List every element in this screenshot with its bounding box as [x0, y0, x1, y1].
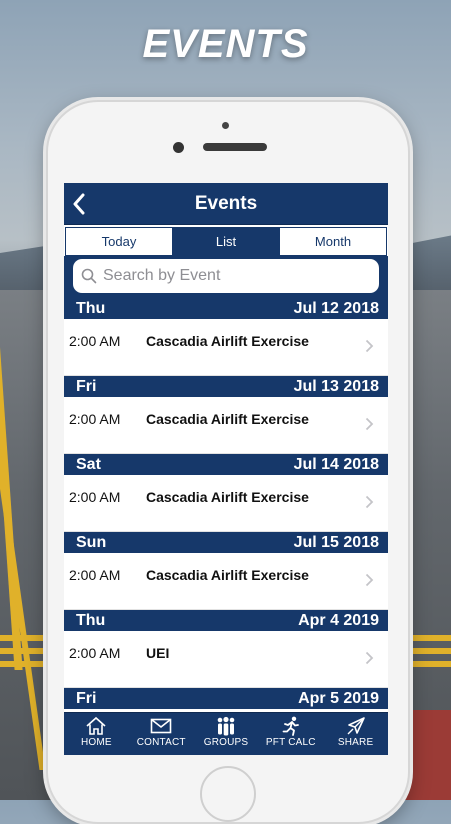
event-row[interactable]: 2:00 AM Cascadia Airlift Exercise: [64, 397, 388, 454]
phone-speaker: [203, 143, 267, 151]
tab-contact-label: CONTACT: [136, 737, 186, 748]
day-date: Apr 4 2019: [298, 611, 379, 629]
phone-camera: [173, 142, 184, 153]
app-screen: Events Today List Month Search by Event …: [64, 183, 388, 755]
page-title: Events: [194, 193, 258, 214]
tab-home-label: HOME: [80, 737, 112, 748]
groups-icon: [217, 716, 235, 736]
tab-groups-label: GROUPS: [203, 737, 249, 748]
search-icon: [81, 268, 97, 284]
day-date: Jul 14 2018: [293, 455, 379, 473]
day-header: Fri Apr 5 2019: [64, 688, 388, 709]
promo-headline: EVENTS: [142, 22, 309, 66]
home-icon: [86, 716, 106, 735]
day-date: Jul 15 2018: [293, 533, 379, 551]
event-title: UEI: [146, 645, 170, 661]
segment-list[interactable]: List: [172, 228, 279, 255]
chevron-right-icon: [365, 651, 374, 665]
segment-month[interactable]: Month: [279, 228, 386, 255]
search-input[interactable]: Search by Event: [73, 259, 379, 293]
chevron-right-icon: [365, 339, 374, 353]
phone-sensor: [222, 122, 229, 129]
event-row[interactable]: 2:00 AM Cascadia Airlift Exercise: [64, 553, 388, 610]
day-weekday: Thu: [76, 611, 106, 629]
day-date: Jul 12 2018: [293, 299, 379, 317]
event-time: 2:00 AM: [69, 645, 121, 661]
event-time: 2:00 AM: [69, 411, 121, 427]
event-time: 2:00 AM: [69, 333, 121, 349]
search-bar: Search by Event: [64, 256, 388, 298]
tab-share-label: SHARE: [337, 737, 374, 748]
tab-contact[interactable]: CONTACT: [129, 713, 194, 755]
event-row[interactable]: 2:00 AM Cascadia Airlift Exercise: [64, 475, 388, 532]
tab-pft-calc[interactable]: PFT CALC: [258, 713, 323, 755]
event-time: 2:00 AM: [69, 567, 121, 583]
tab-pft-calc-label: PFT CALC: [265, 737, 316, 748]
tab-bar: HOME CONTACT GROUPS PFT CALC SHARE: [64, 712, 388, 755]
envelope-icon: [150, 718, 172, 734]
day-header: Fri Jul 13 2018: [64, 376, 388, 397]
view-segmented-control: Today List Month: [65, 227, 387, 256]
day-weekday: Fri: [76, 377, 97, 395]
event-list: Thu Jul 12 2018 2:00 AM Cascadia Airlift Ex…: [64, 298, 388, 709]
event-row[interactable]: 2:00 AM Cascadia Airlift Exercise: [64, 319, 388, 376]
day-header: Thu Jul 12 2018: [64, 298, 388, 319]
day-date: Jul 13 2018: [293, 377, 379, 395]
chevron-right-icon: [365, 417, 374, 431]
event-title: Cascadia Airlift Exercise: [146, 411, 309, 427]
nav-bar: Events: [64, 183, 388, 225]
event-title: Cascadia Airlift Exercise: [146, 333, 309, 349]
segment-today[interactable]: Today: [66, 228, 172, 255]
phone-home-button[interactable]: [200, 766, 256, 822]
event-title: Cascadia Airlift Exercise: [146, 567, 309, 583]
tab-share[interactable]: SHARE: [323, 713, 388, 755]
event-time: 2:00 AM: [69, 489, 121, 505]
day-weekday: Sun: [76, 533, 107, 551]
chevron-right-icon: [365, 573, 374, 587]
day-weekday: Fri: [76, 689, 97, 707]
chevron-right-icon: [365, 495, 374, 509]
tab-groups[interactable]: GROUPS: [194, 713, 259, 755]
day-header: Thu Apr 4 2019: [64, 610, 388, 631]
event-title: Cascadia Airlift Exercise: [146, 489, 309, 505]
day-weekday: Sat: [76, 455, 101, 473]
day-header: Sat Jul 14 2018: [64, 454, 388, 475]
event-row[interactable]: 2:00 AM UEI: [64, 631, 388, 688]
day-weekday: Thu: [76, 299, 106, 317]
runner-icon: [282, 716, 299, 736]
share-icon: [347, 717, 365, 735]
day-header: Sun Jul 15 2018: [64, 532, 388, 553]
search-placeholder: Search by Event: [103, 267, 221, 284]
day-date: Apr 5 2019: [298, 689, 379, 707]
tab-home[interactable]: HOME: [64, 713, 129, 755]
